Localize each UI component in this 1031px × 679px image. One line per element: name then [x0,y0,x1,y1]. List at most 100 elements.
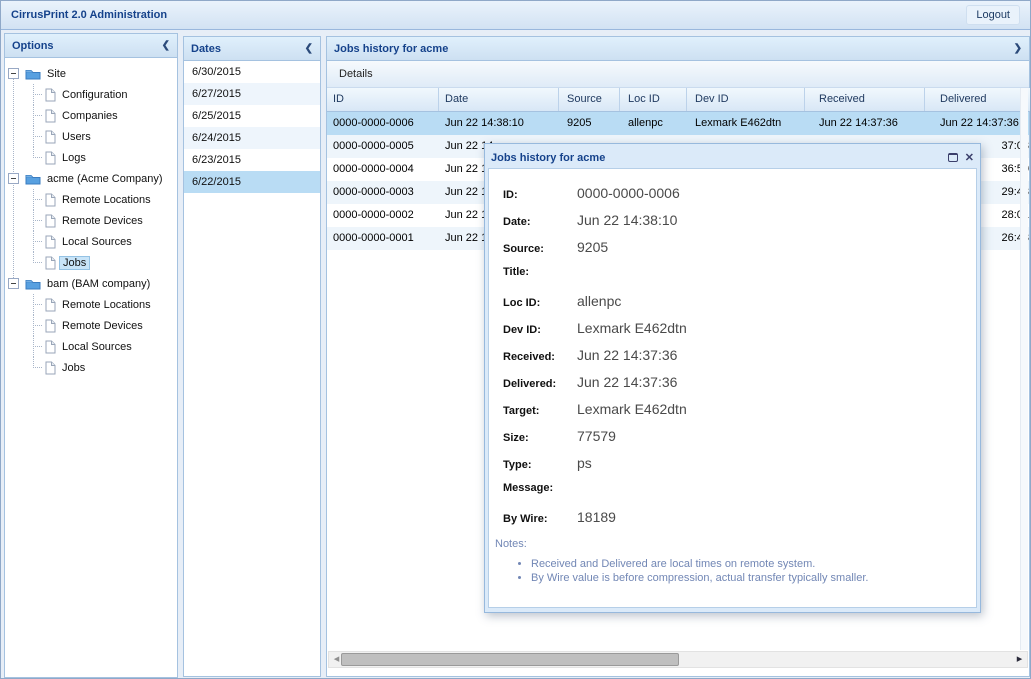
dates-list: 6/30/2015 6/27/2015 6/25/2015 6/24/2015 … [184,61,320,193]
page-icon [45,193,56,207]
field-label: Received: [503,351,577,363]
field-label: Size: [503,432,577,444]
tree-node-bam-jobs[interactable]: Jobs [5,357,177,378]
field-value: Lexmark E462dtn [577,401,687,417]
tree-node-bam-remote-devices[interactable]: Remote Devices [5,315,177,336]
tree-node-label-selected: Jobs [59,256,90,270]
collapse-left-icon[interactable]: ❮ [162,40,170,51]
date-list-item[interactable]: 6/25/2015 [184,105,320,127]
field-loc-id: Loc ID: allenpc [503,293,968,310]
job-row-selected[interactable]: 0000-0000-0006 Jun 22 14:38:10 9205 alle… [327,112,1029,135]
column-header-id[interactable]: ID [327,88,439,111]
scroll-right-arrow-icon[interactable]: ▸ [1012,652,1027,667]
field-delivered: Delivered: Jun 22 14:37:36 [503,374,968,391]
close-icon[interactable]: ✕ [965,151,974,164]
tree-node-label: acme (Acme Company) [47,173,163,185]
column-header-delivered[interactable]: Delivered [925,88,1031,111]
tree-node-acme[interactable]: acme (Acme Company) [5,168,177,189]
details-button[interactable]: Details [335,61,377,87]
collapse-left-icon[interactable]: ❮ [305,43,313,54]
tree-node-bam-remote-locations[interactable]: Remote Locations [5,294,177,315]
tree-node-label: Local Sources [62,236,132,248]
tree-node-companies[interactable]: Companies [5,105,177,126]
field-source: Source: 9205 [503,239,968,256]
cell-id: 0000-0000-0002 [327,204,439,227]
tree-node-label: Jobs [62,362,85,374]
column-header-date[interactable]: Date [439,88,559,111]
field-label: Date: [503,216,577,228]
field-size: Size: 77579 [503,428,968,445]
tree-node-label: Users [62,131,91,143]
field-label: Type: [503,459,577,471]
options-panel: Options ❮ Site Configuration Companies U… [4,33,178,678]
field-label: Target: [503,405,577,417]
column-header-source[interactable]: Source [559,88,620,111]
cell-date: Jun 22 14:38:10 [439,112,559,135]
notes-list: Received and Delivered are local times o… [531,558,968,584]
column-header-received[interactable]: Received [805,88,925,111]
collapse-minus-icon[interactable] [8,173,19,184]
date-list-item[interactable]: 6/23/2015 [184,149,320,171]
page-icon [45,151,56,165]
tree-node-bam[interactable]: bam (BAM company) [5,273,177,294]
field-value: 0000-0000-0006 [577,185,680,201]
column-header-dev-id[interactable]: Dev ID [687,88,805,111]
application-window: CirrusPrint 2.0 Administration Logout Op… [0,0,1031,679]
date-list-item[interactable]: 6/30/2015 [184,61,320,83]
cell-id: 0000-0000-0006 [327,112,439,135]
page-icon [45,256,56,270]
tree-node-acme-local-sources[interactable]: Local Sources [5,231,177,252]
cell-source: 9205 [559,112,620,135]
field-value: allenpc [577,293,621,309]
tree-node-users[interactable]: Users [5,126,177,147]
expand-right-icon[interactable]: ❯ [1014,43,1022,54]
notes-title: Notes: [495,538,968,550]
field-id: ID: 0000-0000-0006 [503,185,968,202]
field-message: Message: [503,482,968,499]
tree-node-label: Remote Devices [62,320,143,332]
app-title: CirrusPrint 2.0 Administration [11,9,167,21]
tree-node-label: bam (BAM company) [47,278,150,290]
grid-header: ID Date Source Loc ID Dev ID Received De… [327,88,1031,112]
tree-node-acme-jobs[interactable]: Jobs [5,252,177,273]
field-label: Dev ID: [503,324,577,336]
tree-node-configuration[interactable]: Configuration [5,84,177,105]
note-item: By Wire value is before compression, act… [531,572,968,584]
page-icon [45,214,56,228]
dialog-title-bar[interactable]: Jobs history for acme ✕ [488,147,977,168]
tree-node-logs[interactable]: Logs [5,147,177,168]
date-list-item[interactable]: 6/24/2015 [184,127,320,149]
date-list-item-selected[interactable]: 6/22/2015 [184,171,320,193]
logout-button[interactable]: Logout [966,5,1020,25]
column-header-loc-id[interactable]: Loc ID [620,88,687,111]
tree-node-site[interactable]: Site [5,63,177,84]
scrollbar-thumb[interactable] [341,653,679,666]
field-label: By Wire: [503,513,577,525]
tree-node-acme-remote-devices[interactable]: Remote Devices [5,210,177,231]
options-tree: Site Configuration Companies Users Logs [5,58,177,378]
field-label: Delivered: [503,378,577,390]
field-value: Jun 22 14:38:10 [577,212,677,228]
top-bar: CirrusPrint 2.0 Administration Logout [1,1,1030,30]
field-type: Type: ps [503,455,968,472]
tree-node-acme-remote-locations[interactable]: Remote Locations [5,189,177,210]
cell-id: 0000-0000-0001 [327,227,439,250]
field-value: 18189 [577,509,616,525]
horizontal-scrollbar[interactable]: ◂ ▸ [328,651,1028,668]
field-label: Loc ID: [503,297,577,309]
cell-id: 0000-0000-0004 [327,158,439,181]
field-value: Jun 22 14:37:36 [577,374,677,390]
vertical-scrollbar-track[interactable] [1020,88,1028,650]
collapse-minus-icon[interactable] [8,68,19,79]
page-icon [45,88,56,102]
collapse-minus-icon[interactable] [8,278,19,289]
date-list-item[interactable]: 6/27/2015 [184,83,320,105]
field-label: Source: [503,243,577,255]
field-dev-id: Dev ID: Lexmark E462dtn [503,320,968,337]
options-panel-header: Options ❮ [5,34,177,58]
tree-node-bam-local-sources[interactable]: Local Sources [5,336,177,357]
maximize-icon[interactable] [948,153,958,162]
tree-node-label: Site [47,68,66,80]
cell-loc-id: allenpc [620,112,687,135]
field-value: Jun 22 14:37:36 [577,347,677,363]
